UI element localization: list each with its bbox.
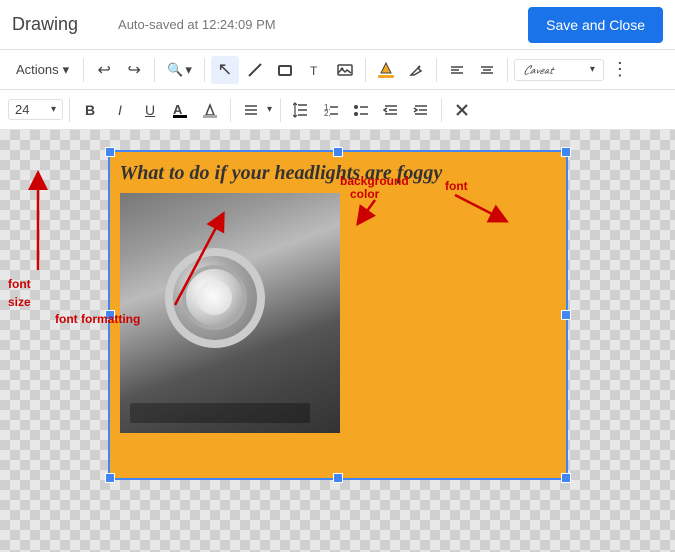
line-tool-button[interactable] <box>241 56 269 84</box>
separator-10 <box>441 98 442 122</box>
zoom-chevron-icon: ▾ <box>185 62 192 78</box>
shape-tool-button[interactable] <box>271 56 299 84</box>
separator-1 <box>83 58 84 82</box>
unordered-list-button[interactable] <box>347 96 375 124</box>
zoom-icon: 🔍 <box>167 62 183 78</box>
actions-chevron-icon: ▾ <box>63 62 70 78</box>
svg-text:2.: 2. <box>324 109 331 118</box>
redo-button[interactable]: ↪ <box>120 56 148 84</box>
handle-top-center[interactable] <box>333 147 343 157</box>
headlight-center <box>197 280 232 315</box>
underline-button[interactable]: U <box>136 96 164 124</box>
select-tool-button[interactable]: ↖ <box>211 56 239 84</box>
text-icon: T <box>307 62 323 78</box>
shape-icon <box>277 62 293 78</box>
toolbar-1: Actions ▾ ↩ ↪ 🔍 ▾ ↖ T <box>0 50 675 90</box>
font-size-annotation: fontsize <box>8 275 31 311</box>
toolbar-2: 24 ▾ B I U A ▾ 1.2. <box>0 90 675 130</box>
line-spacing-icon <box>293 102 309 118</box>
line-icon <box>247 62 263 78</box>
separator-5 <box>436 58 437 82</box>
italic-button[interactable]: I <box>106 96 134 124</box>
handle-middle-right[interactable] <box>561 310 571 320</box>
align-center-button[interactable] <box>473 56 501 84</box>
image-tool-button[interactable] <box>331 56 359 84</box>
increase-indent-icon <box>413 102 429 118</box>
header: Drawing Auto-saved at 12:24:09 PM Save a… <box>0 0 675 50</box>
paint-button[interactable] <box>402 56 430 84</box>
svg-text:A: A <box>173 102 183 117</box>
font-color-icon: A <box>172 101 188 119</box>
font-size-chevron-icon: ▾ <box>51 104 56 115</box>
actions-label: Actions <box>16 62 59 77</box>
align-center-icon <box>479 62 495 78</box>
car-image <box>120 193 340 433</box>
clear-format-icon <box>454 102 470 118</box>
font-size-label: fontsize <box>8 277 31 309</box>
handle-bottom-center[interactable] <box>333 473 343 483</box>
bold-button[interactable]: B <box>76 96 104 124</box>
font-chevron-icon: ▾ <box>590 64 595 75</box>
unordered-list-icon <box>353 102 369 118</box>
separator-2 <box>154 58 155 82</box>
highlight-button[interactable] <box>196 96 224 124</box>
handle-bottom-left[interactable] <box>105 473 115 483</box>
clear-formatting-button[interactable] <box>448 96 476 124</box>
increase-indent-button[interactable] <box>407 96 435 124</box>
separator-4 <box>365 58 366 82</box>
separator-7 <box>69 98 70 122</box>
svg-text:T: T <box>310 64 318 78</box>
autosave-status: Auto-saved at 12:24:09 PM <box>118 17 276 32</box>
app-title: Drawing <box>12 14 78 35</box>
ordered-list-button[interactable]: 1.2. <box>317 96 345 124</box>
line-spacing-button[interactable] <box>287 96 315 124</box>
decrease-indent-button[interactable] <box>377 96 405 124</box>
text-align-chevron-icon: ▾ <box>267 104 272 115</box>
more-options-button[interactable]: ⋮ <box>606 56 634 84</box>
highlight-icon <box>202 101 218 119</box>
font-size-value: 24 <box>15 102 29 117</box>
actions-button[interactable]: Actions ▾ <box>8 58 77 82</box>
separator-3 <box>204 58 205 82</box>
handle-top-left[interactable] <box>105 147 115 157</box>
font-formatting-label: font formatting <box>55 312 140 326</box>
text-align-button[interactable] <box>237 96 265 124</box>
font-selector[interactable]: Caveat ▾ <box>514 59 604 81</box>
paint-icon <box>408 62 424 78</box>
font-color-button[interactable]: A <box>166 96 194 124</box>
decrease-indent-icon <box>383 102 399 118</box>
ordered-list-icon: 1.2. <box>323 102 339 118</box>
drawing-title: What to do if your headlights are foggy <box>120 162 556 185</box>
align-left-button[interactable] <box>443 56 471 84</box>
background-color-button[interactable] <box>372 56 400 84</box>
separator-8 <box>230 98 231 122</box>
separator-9 <box>280 98 281 122</box>
handle-bottom-right[interactable] <box>561 473 571 483</box>
canvas-area: What to do if your headlights are foggy … <box>0 130 675 552</box>
separator-6 <box>507 58 508 82</box>
text-tool-button[interactable]: T <box>301 56 329 84</box>
save-and-close-button[interactable]: Save and Close <box>528 7 663 43</box>
font-formatting-annotation: font formatting <box>55 310 140 328</box>
zoom-button[interactable]: 🔍 ▾ <box>161 60 198 80</box>
background-color-icon <box>376 60 396 80</box>
drawing-canvas[interactable]: What to do if your headlights are foggy <box>108 150 568 480</box>
font-name-label: Caveat <box>523 62 553 78</box>
align-left-icon <box>449 62 465 78</box>
car-bumper <box>130 403 310 423</box>
text-align-icon <box>243 102 259 118</box>
handle-top-right[interactable] <box>561 147 571 157</box>
undo-button[interactable]: ↩ <box>90 56 118 84</box>
font-size-selector[interactable]: 24 ▾ <box>8 99 63 120</box>
image-icon <box>337 62 353 78</box>
